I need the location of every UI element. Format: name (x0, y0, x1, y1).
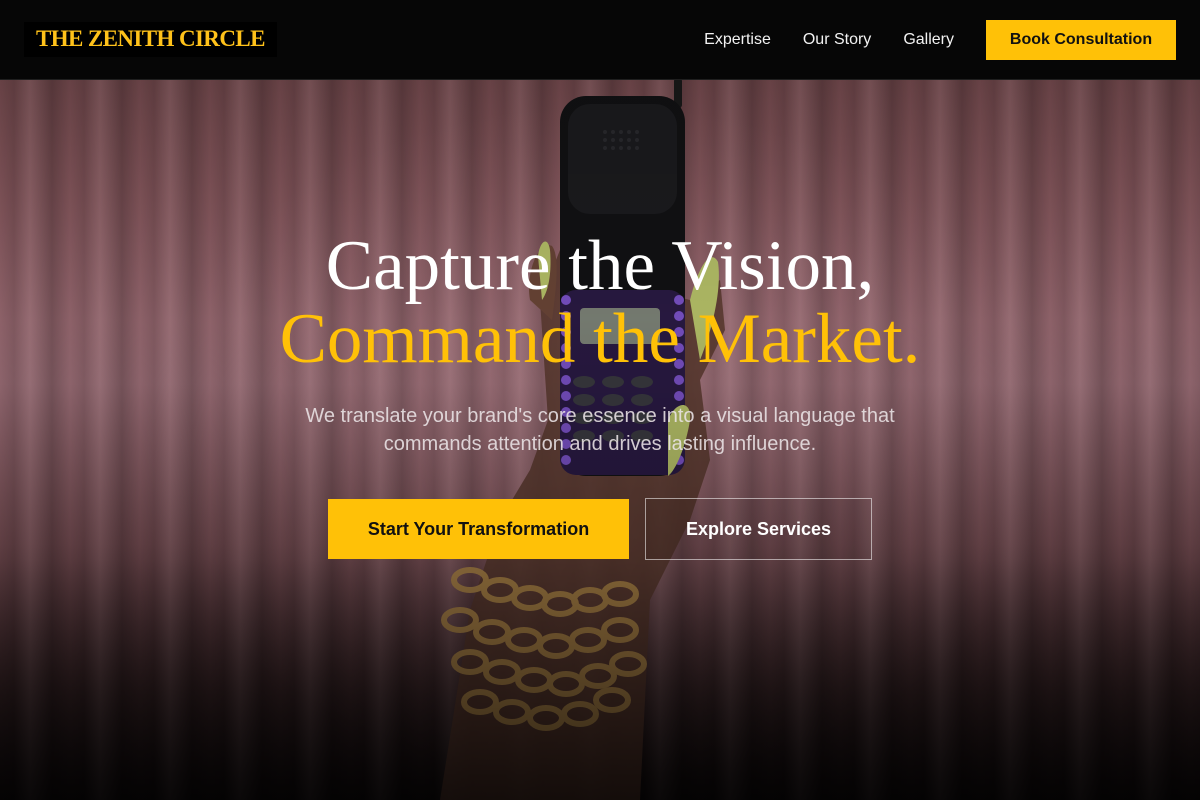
top-navbar: THE ZENITH CIRCLE Expertise Our Story Ga… (0, 0, 1200, 80)
hero-subheadline: We translate your brand's core essence i… (305, 405, 895, 455)
nav-link-expertise[interactable]: Expertise (704, 30, 771, 50)
brand-logo[interactable]: THE ZENITH CIRCLE (24, 22, 277, 57)
hero-cta-row: Start Your Transformation Explore Servic… (0, 498, 1200, 560)
headline-line-2: Command the Market. (279, 300, 921, 378)
headline-line-1: Capture the Vision, (325, 227, 875, 305)
book-consultation-button[interactable]: Book Consultation (986, 19, 1176, 60)
nav-links: Expertise Our Story Gallery Book Consult… (704, 19, 1176, 60)
hero-headline: Capture the Vision, Command the Market. (0, 230, 1200, 376)
nav-link-our-story[interactable]: Our Story (803, 30, 871, 50)
hero-content: Capture the Vision, Command the Market. … (0, 230, 1200, 560)
landing-page: THE ZENITH CIRCLE Expertise Our Story Ga… (0, 0, 1200, 800)
start-transformation-button[interactable]: Start Your Transformation (328, 499, 629, 559)
explore-services-button[interactable]: Explore Services (645, 498, 872, 560)
nav-link-gallery[interactable]: Gallery (903, 30, 954, 50)
